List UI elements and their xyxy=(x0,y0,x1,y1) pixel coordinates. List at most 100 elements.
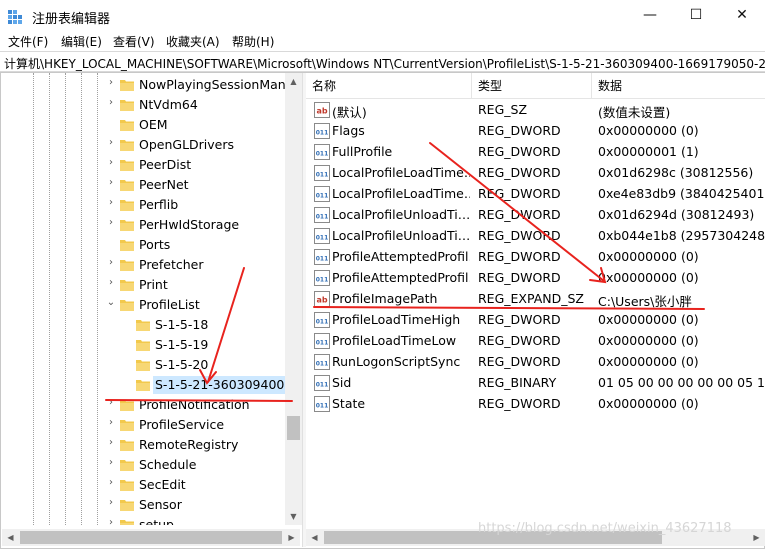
tree-item[interactable]: › NtVdm64 xyxy=(2,95,286,115)
chevron-right-icon[interactable] xyxy=(121,317,133,331)
svg-text:011: 011 xyxy=(316,235,329,242)
scroll-right-icon[interactable]: ▶ xyxy=(748,529,765,546)
maximize-button[interactable]: ☐ xyxy=(673,0,719,31)
scroll-left-icon[interactable]: ◀ xyxy=(2,529,19,546)
tree-item[interactable]: › PerHwIdStorage xyxy=(2,215,286,235)
value-row[interactable]: 011 ProfileAttemptedProfil… REG_DWORD 0x000… xyxy=(306,247,765,268)
tree-item[interactable]: › ProfileNotification xyxy=(2,395,286,415)
folder-icon xyxy=(136,320,150,331)
chevron-right-icon[interactable]: › xyxy=(105,177,117,191)
scroll-left-icon[interactable]: ◀ xyxy=(306,529,323,546)
tree-hscroll-thumb[interactable] xyxy=(20,531,282,544)
close-button[interactable]: ✕ xyxy=(719,0,765,31)
value-data: 0x00000000 (0) xyxy=(598,354,699,369)
tree-item[interactable]: › ProfileService xyxy=(2,415,286,435)
chevron-right-icon[interactable]: › xyxy=(105,477,117,491)
menu-favorites[interactable]: 收藏夹(A) xyxy=(166,33,220,50)
chevron-right-icon[interactable] xyxy=(105,117,117,131)
tree-vertical-scrollbar[interactable]: ▲ ▼ xyxy=(285,73,302,525)
chevron-right-icon[interactable]: › xyxy=(105,457,117,471)
chevron-right-icon[interactable]: › xyxy=(105,417,117,431)
tree-item[interactable]: › setup xyxy=(2,515,286,525)
tree-item[interactable]: S-1-5-20 xyxy=(2,355,286,375)
value-row[interactable]: 011 Sid REG_BINARY 01 05 00 00 00 00 00 05 … xyxy=(306,373,765,394)
chevron-right-icon[interactable]: › xyxy=(105,397,117,411)
tree-item[interactable]: › RemoteRegistry xyxy=(2,435,286,455)
chevron-right-icon[interactable]: › xyxy=(105,257,117,271)
tree-item[interactable]: S-1-5-18 xyxy=(2,315,286,335)
tree-item[interactable]: › PeerDist xyxy=(2,155,286,175)
tree-item[interactable]: › Prefetcher xyxy=(2,255,286,275)
value-row[interactable]: 011 RunLogonScriptSync REG_DWORD 0x00000000… xyxy=(306,352,765,373)
value-row[interactable]: 011 State REG_DWORD 0x00000000 (0) xyxy=(306,394,765,415)
minimize-button[interactable]: — xyxy=(627,0,673,31)
column-header-name[interactable]: 名称 xyxy=(306,73,472,99)
chevron-right-icon[interactable]: › xyxy=(105,137,117,151)
value-row[interactable]: 011 FullProfile REG_DWORD 0x00000001 (1) xyxy=(306,142,765,163)
value-row[interactable]: 011 ProfileLoadTimeLow REG_DWORD 0x00000000… xyxy=(306,331,765,352)
tree-item[interactable]: S-1-5-21-360309400-1 xyxy=(2,375,299,395)
scroll-right-icon[interactable]: ▶ xyxy=(283,529,300,546)
chevron-right-icon[interactable]: › xyxy=(105,77,117,91)
chevron-right-icon[interactable]: › xyxy=(105,277,117,291)
folder-icon xyxy=(120,460,134,471)
folder-icon xyxy=(120,240,134,251)
binary-value-icon: 011 xyxy=(314,207,330,223)
value-row[interactable]: 011 ProfileAttemptedProfil… REG_DWORD 0x000… xyxy=(306,268,765,289)
tree-item[interactable]: › Print xyxy=(2,275,286,295)
chevron-right-icon[interactable]: › xyxy=(105,217,117,231)
value-row[interactable]: ab (默认) REG_SZ (数值未设置) xyxy=(306,100,765,121)
column-header-data[interactable]: 数据 xyxy=(592,73,765,99)
chevron-right-icon[interactable]: › xyxy=(105,197,117,211)
chevron-down-icon[interactable]: ⌄ xyxy=(105,297,117,311)
chevron-right-icon[interactable] xyxy=(121,357,133,371)
values-list[interactable]: 名称 类型 数据 ab (默认) REG_SZ (数值未设置) 011 Flags REG_… xyxy=(306,73,765,529)
value-name: LocalProfileUnloadTi… xyxy=(332,228,470,243)
menu-view[interactable]: 查看(V) xyxy=(113,33,155,50)
scroll-up-icon[interactable]: ▲ xyxy=(285,73,302,90)
svg-text:011: 011 xyxy=(316,151,329,158)
menu-edit[interactable]: 编辑(E) xyxy=(61,33,102,50)
tree-item[interactable]: S-1-5-19 xyxy=(2,335,286,355)
svg-text:011: 011 xyxy=(316,214,329,221)
address-path[interactable]: 计算机\HKEY_LOCAL_MACHINE\SOFTWARE\Microsof… xyxy=(4,55,765,72)
value-row[interactable]: ab ProfileImagePath REG_EXPAND_SZ C:\Users\… xyxy=(306,289,765,310)
value-row[interactable]: 011 ProfileLoadTimeHigh REG_DWORD 0x0000000… xyxy=(306,310,765,331)
scroll-down-icon[interactable]: ▼ xyxy=(285,508,302,525)
value-row[interactable]: 011 Flags REG_DWORD 0x00000000 (0) xyxy=(306,121,765,142)
tree-horizontal-scrollbar[interactable]: ◀ ▶ xyxy=(2,529,300,546)
tree-item[interactable]: OEM xyxy=(2,115,286,135)
column-header-type[interactable]: 类型 xyxy=(472,73,592,99)
folder-icon xyxy=(136,340,150,351)
tree-item[interactable]: › OpenGLDrivers xyxy=(2,135,286,155)
chevron-right-icon[interactable] xyxy=(121,377,133,391)
value-row[interactable]: 011 LocalProfileUnloadTi… REG_DWORD 0x01d62… xyxy=(306,205,765,226)
chevron-right-icon[interactable] xyxy=(105,237,117,251)
tree-item[interactable]: › Schedule xyxy=(2,455,286,475)
chevron-right-icon[interactable]: › xyxy=(105,437,117,451)
registry-tree[interactable]: › NowPlayingSessionMana › NtVdm64 OEM › OpenGL… xyxy=(2,73,300,525)
value-row[interactable]: 011 LocalProfileUnloadTi… REG_DWORD 0xb044e… xyxy=(306,226,765,247)
tree-item[interactable]: Ports xyxy=(2,235,286,255)
tree-item[interactable]: › Sensor xyxy=(2,495,286,515)
menu-file[interactable]: 文件(F) xyxy=(8,33,48,50)
tree-scroll-thumb[interactable] xyxy=(287,416,300,440)
chevron-right-icon[interactable]: › xyxy=(105,97,117,111)
tree-item-label: Schedule xyxy=(139,457,197,472)
chevron-right-icon[interactable]: › xyxy=(105,517,117,525)
value-row[interactable]: 011 LocalProfileLoadTime… REG_DWORD 0x01d62… xyxy=(306,163,765,184)
chevron-right-icon[interactable]: › xyxy=(105,157,117,171)
tree-item-label: OEM xyxy=(139,117,168,132)
tree-item[interactable]: › SecEdit xyxy=(2,475,286,495)
tree-item[interactable]: › NowPlayingSessionMana xyxy=(2,75,293,95)
binary-value-icon: 011 xyxy=(314,354,330,370)
folder-icon xyxy=(120,280,134,291)
chevron-right-icon[interactable] xyxy=(121,337,133,351)
tree-item[interactable]: ⌄ ProfileList xyxy=(2,295,286,315)
chevron-right-icon[interactable]: › xyxy=(105,497,117,511)
tree-item[interactable]: › PeerNet xyxy=(2,175,286,195)
tree-item[interactable]: › Perflib xyxy=(2,195,286,215)
menu-help[interactable]: 帮助(H) xyxy=(232,33,274,50)
address-bar[interactable]: 计算机\HKEY_LOCAL_MACHINE\SOFTWARE\Microsof… xyxy=(0,51,765,72)
value-row[interactable]: 011 LocalProfileLoadTime… REG_DWORD 0xe4e83… xyxy=(306,184,765,205)
